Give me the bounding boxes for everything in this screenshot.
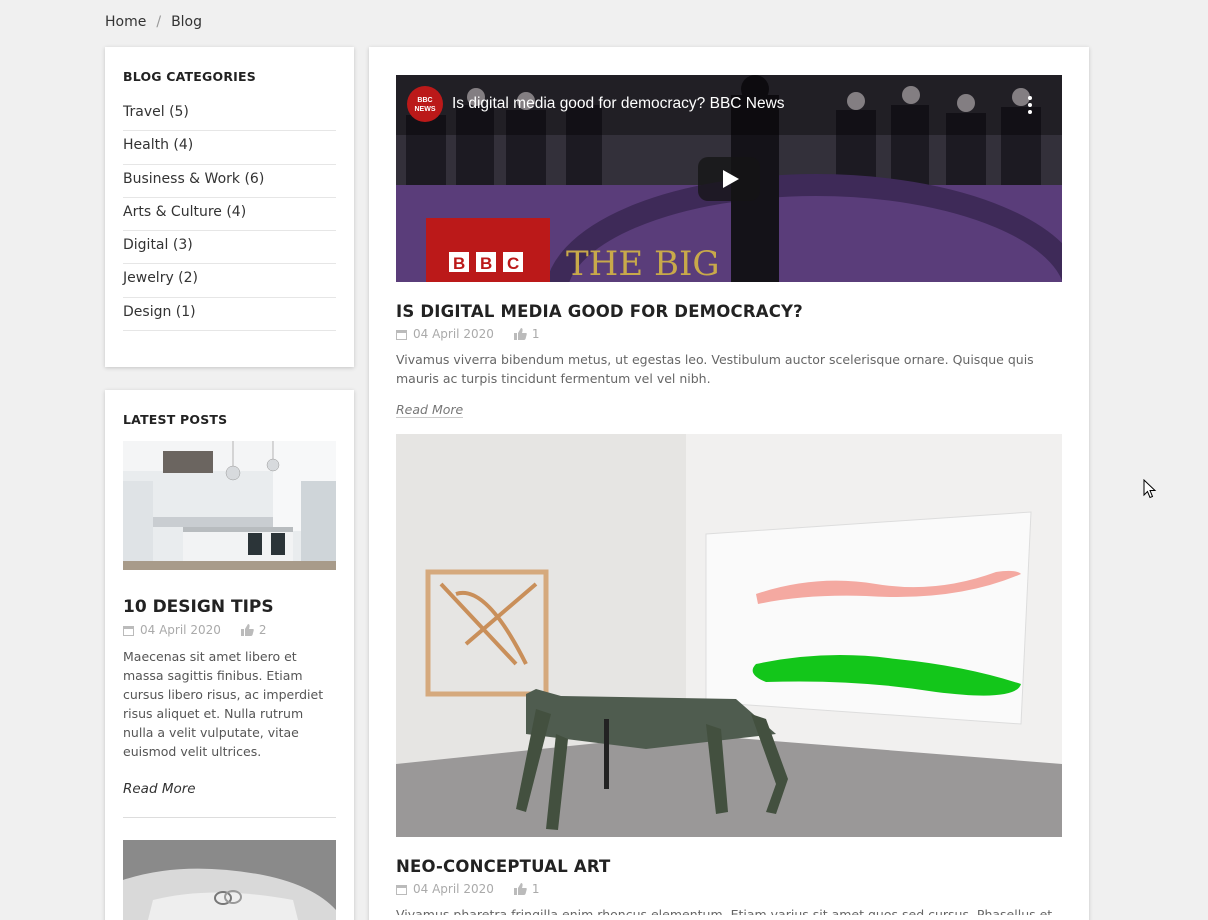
latest-posts-widget: LATEST POSTS 10 DESIGN TIPS 04 April 202…	[105, 390, 354, 920]
latest-post-meta: 04 April 2020 2	[123, 623, 336, 637]
video-overlay-text: THE BIG	[566, 244, 720, 282]
category-item-arts-culture[interactable]: Arts & Culture (4)	[123, 198, 336, 232]
category-item-design[interactable]: Design (1)	[123, 298, 336, 332]
post-date: 04 April 2020	[413, 882, 494, 896]
category-item-jewelry[interactable]: Jewelry (2)	[123, 264, 336, 298]
blog-categories-widget: BLOG CATEGORIES Travel (5) Health (4) Bu…	[105, 47, 354, 367]
svg-text:NEWS: NEWS	[415, 106, 436, 113]
blog-post-list: THE BIG B B C BBC NEWS Is digital media …	[369, 47, 1089, 920]
post-likes[interactable]: 1	[513, 327, 540, 341]
post-date: 04 April 2020	[413, 327, 494, 341]
latest-post-excerpt: Maecenas sit amet libero et massa sagitt…	[123, 649, 324, 759]
post-excerpt: Vivamus pharetra fringilla enim rhoncus …	[396, 907, 1053, 915]
thumbs-up-icon	[240, 624, 254, 636]
mouse-cursor-icon	[1143, 479, 1157, 499]
breadcrumb-separator: /	[156, 14, 162, 30]
video-title[interactable]: Is digital media good for democracy? BBC…	[452, 95, 785, 113]
category-item-digital[interactable]: Digital (3)	[123, 231, 336, 265]
more-vert-icon[interactable]	[1028, 96, 1032, 114]
play-button[interactable]	[698, 157, 760, 201]
kitchen-thumbnail-image[interactable]	[123, 441, 336, 570]
youtube-video-embed[interactable]: THE BIG B B C BBC NEWS Is digital media …	[396, 75, 1062, 282]
svg-text:BBC: BBC	[417, 97, 432, 104]
calendar-icon	[123, 625, 134, 636]
svg-text:B: B	[480, 254, 492, 273]
category-list: Travel (5) Health (4) Business & Work (6…	[123, 98, 336, 332]
latest-post-likes[interactable]: 2	[240, 623, 267, 637]
art-gallery-image[interactable]	[396, 434, 1062, 837]
blog-categories-title: BLOG CATEGORIES	[123, 69, 256, 84]
post-read-more-link[interactable]: Read More	[396, 402, 464, 418]
post-title[interactable]: IS DIGITAL MEDIA GOOD FOR DEMOCRACY?	[396, 302, 1062, 321]
post-meta: 04 April 2020 1	[396, 327, 1062, 341]
post-like-count: 1	[531, 327, 540, 341]
svg-text:B: B	[453, 254, 465, 273]
latest-post-like-count: 2	[258, 623, 267, 637]
latest-post-read-more-link[interactable]: Read More	[123, 781, 336, 797]
category-item-health[interactable]: Health (4)	[123, 131, 336, 165]
post-meta: 04 April 2020 1	[396, 882, 1062, 896]
post-like-count: 1	[531, 882, 540, 896]
calendar-icon	[396, 329, 407, 340]
thumbs-up-icon	[513, 328, 527, 340]
post-excerpt: Vivamus viverra bibendum metus, ut egest…	[396, 352, 1034, 386]
breadcrumb-current: Blog	[171, 14, 203, 30]
latest-post-date: 04 April 2020	[140, 623, 221, 637]
category-item-business-work[interactable]: Business & Work (6)	[123, 165, 336, 198]
calendar-icon	[396, 884, 407, 895]
category-item-travel[interactable]: Travel (5)	[123, 98, 336, 132]
rings-thumbnail-image[interactable]	[123, 840, 336, 920]
latest-posts-title: LATEST POSTS	[123, 412, 228, 427]
latest-post-divider	[123, 817, 336, 818]
post-title[interactable]: NEO-CONCEPTUAL ART	[396, 857, 1062, 876]
post-likes[interactable]: 1	[513, 882, 540, 896]
latest-post-title[interactable]: 10 DESIGN TIPS	[123, 597, 336, 617]
breadcrumb: Home / Blog	[105, 14, 202, 30]
breadcrumb-home-link[interactable]: Home	[105, 14, 146, 30]
thumbs-up-icon	[513, 883, 527, 895]
svg-text:C: C	[507, 254, 519, 273]
